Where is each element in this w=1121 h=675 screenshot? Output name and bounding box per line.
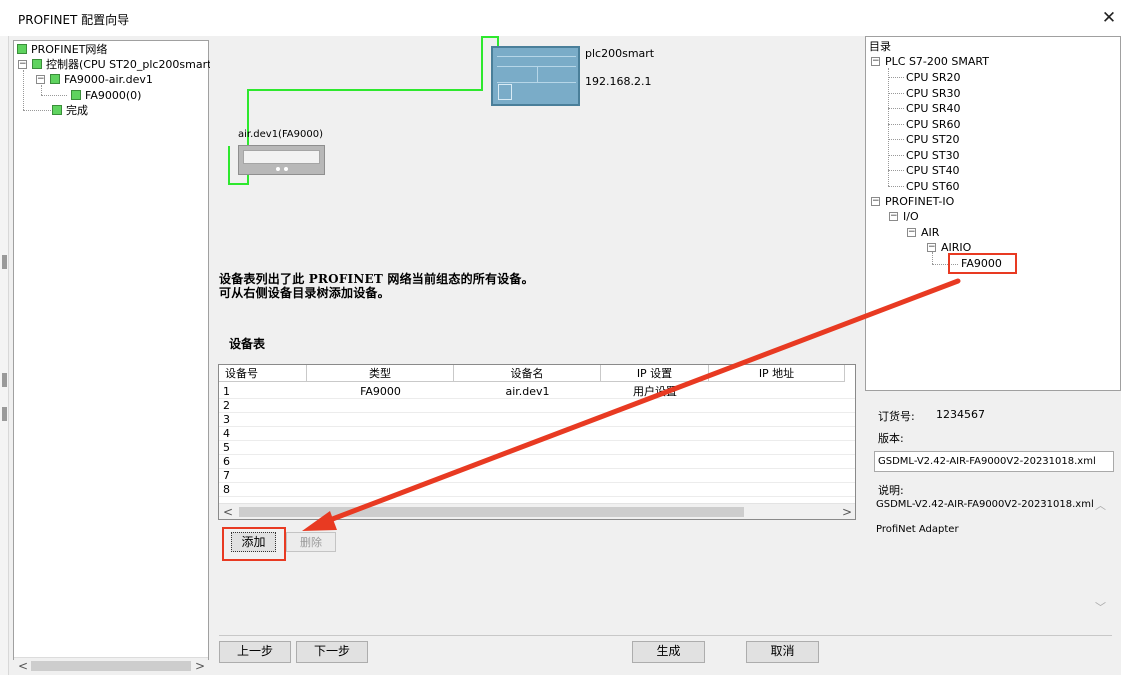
next-button[interactable]: 下一步 (296, 641, 368, 663)
scroll-down-icon[interactable]: ﹀ (1095, 599, 1106, 615)
generate-button[interactable]: 生成 (632, 641, 705, 663)
version-field[interactable]: GSDML-V2.42-AIR-FA9000V2-20231018.xml (874, 451, 1114, 472)
description-line2: ProfiNet Adapter (876, 524, 959, 535)
footer-separator (219, 635, 1112, 636)
cancel-button[interactable]: 取消 (746, 641, 819, 663)
description-scrollbar[interactable]: ︿ ﹀ (1091, 491, 1110, 619)
prev-button[interactable]: 上一步 (219, 641, 291, 663)
version-label: 版本: (878, 432, 904, 445)
order-value: 1234567 (936, 408, 985, 421)
red-arrow-annotation (302, 278, 961, 531)
scroll-up-icon[interactable]: ︿ (1095, 497, 1106, 513)
description-line1: GSDML-V2.42-AIR-FA9000V2-20231018.xml (876, 499, 1094, 510)
arrow-head (302, 511, 337, 531)
description-label: 说明: (878, 484, 904, 497)
order-label: 订货号: (878, 410, 915, 423)
arrow-shaft (319, 278, 961, 526)
